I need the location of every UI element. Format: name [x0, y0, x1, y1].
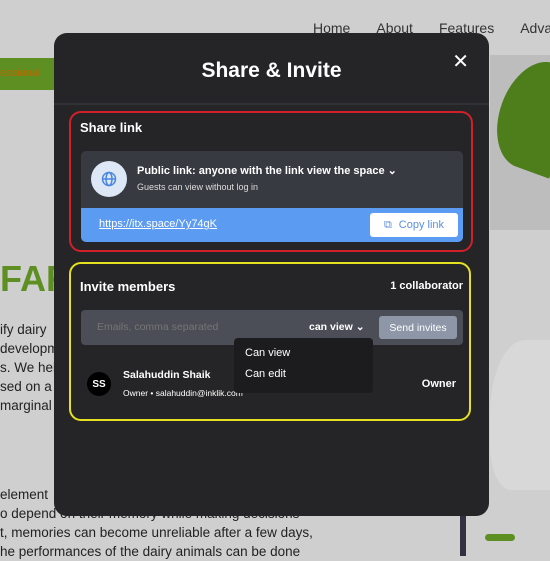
menu-item-can-edit[interactable]: Can edit	[245, 368, 373, 389]
copy-link-button[interactable]: ⧉ Copy link	[370, 213, 458, 237]
globe-icon	[91, 161, 127, 197]
share-url[interactable]: https://itx.space/Yy74gK	[99, 218, 217, 230]
permission-dropdown-menu: Can view Can edit	[234, 338, 373, 393]
close-icon[interactable]: ✕	[452, 49, 469, 74]
public-link-dropdown[interactable]: Public link: anyone with the link view t…	[137, 164, 397, 177]
paragraph-1: ify dairy developm s. We hel sed on a margin…	[0, 322, 59, 413]
chevron-down-icon: ⌄	[355, 321, 365, 333]
modal-title: Share & Invite	[201, 59, 342, 82]
permission-select[interactable]: can view ⌄	[309, 321, 365, 333]
nav-adva[interactable]: Adva	[520, 20, 550, 36]
collaborator-count: 1 collaborator	[390, 280, 463, 292]
link-bar: https://itx.space/Yy74gK ⧉ Copy link	[81, 208, 463, 242]
share-invite-modal: Share & Invite ✕ Share link Public link:…	[54, 33, 489, 516]
decor-pill	[485, 534, 515, 541]
share-link-card: Public link: anyone with the link view t…	[81, 151, 463, 242]
banner: essional	[0, 58, 60, 90]
send-invites-button[interactable]: Send invites	[379, 316, 457, 339]
person-illustration	[490, 340, 550, 490]
email-input[interactable]	[97, 321, 277, 333]
share-link-title: Share link	[80, 120, 143, 135]
public-link-subtitle: Guests can view without log in	[137, 182, 259, 192]
chevron-down-icon: ⌄	[387, 165, 397, 177]
member-detail: Owner • salahuddin@inklik.com	[123, 388, 243, 398]
divider	[54, 103, 489, 105]
member-name: Salahuddin Shaik	[123, 369, 211, 381]
invite-members-title: Invite members	[80, 279, 176, 294]
menu-item-can-view[interactable]: Can view	[245, 347, 373, 368]
member-role: Owner	[421, 378, 456, 390]
avatar: SS	[87, 372, 111, 396]
copy-icon: ⧉	[383, 218, 392, 231]
